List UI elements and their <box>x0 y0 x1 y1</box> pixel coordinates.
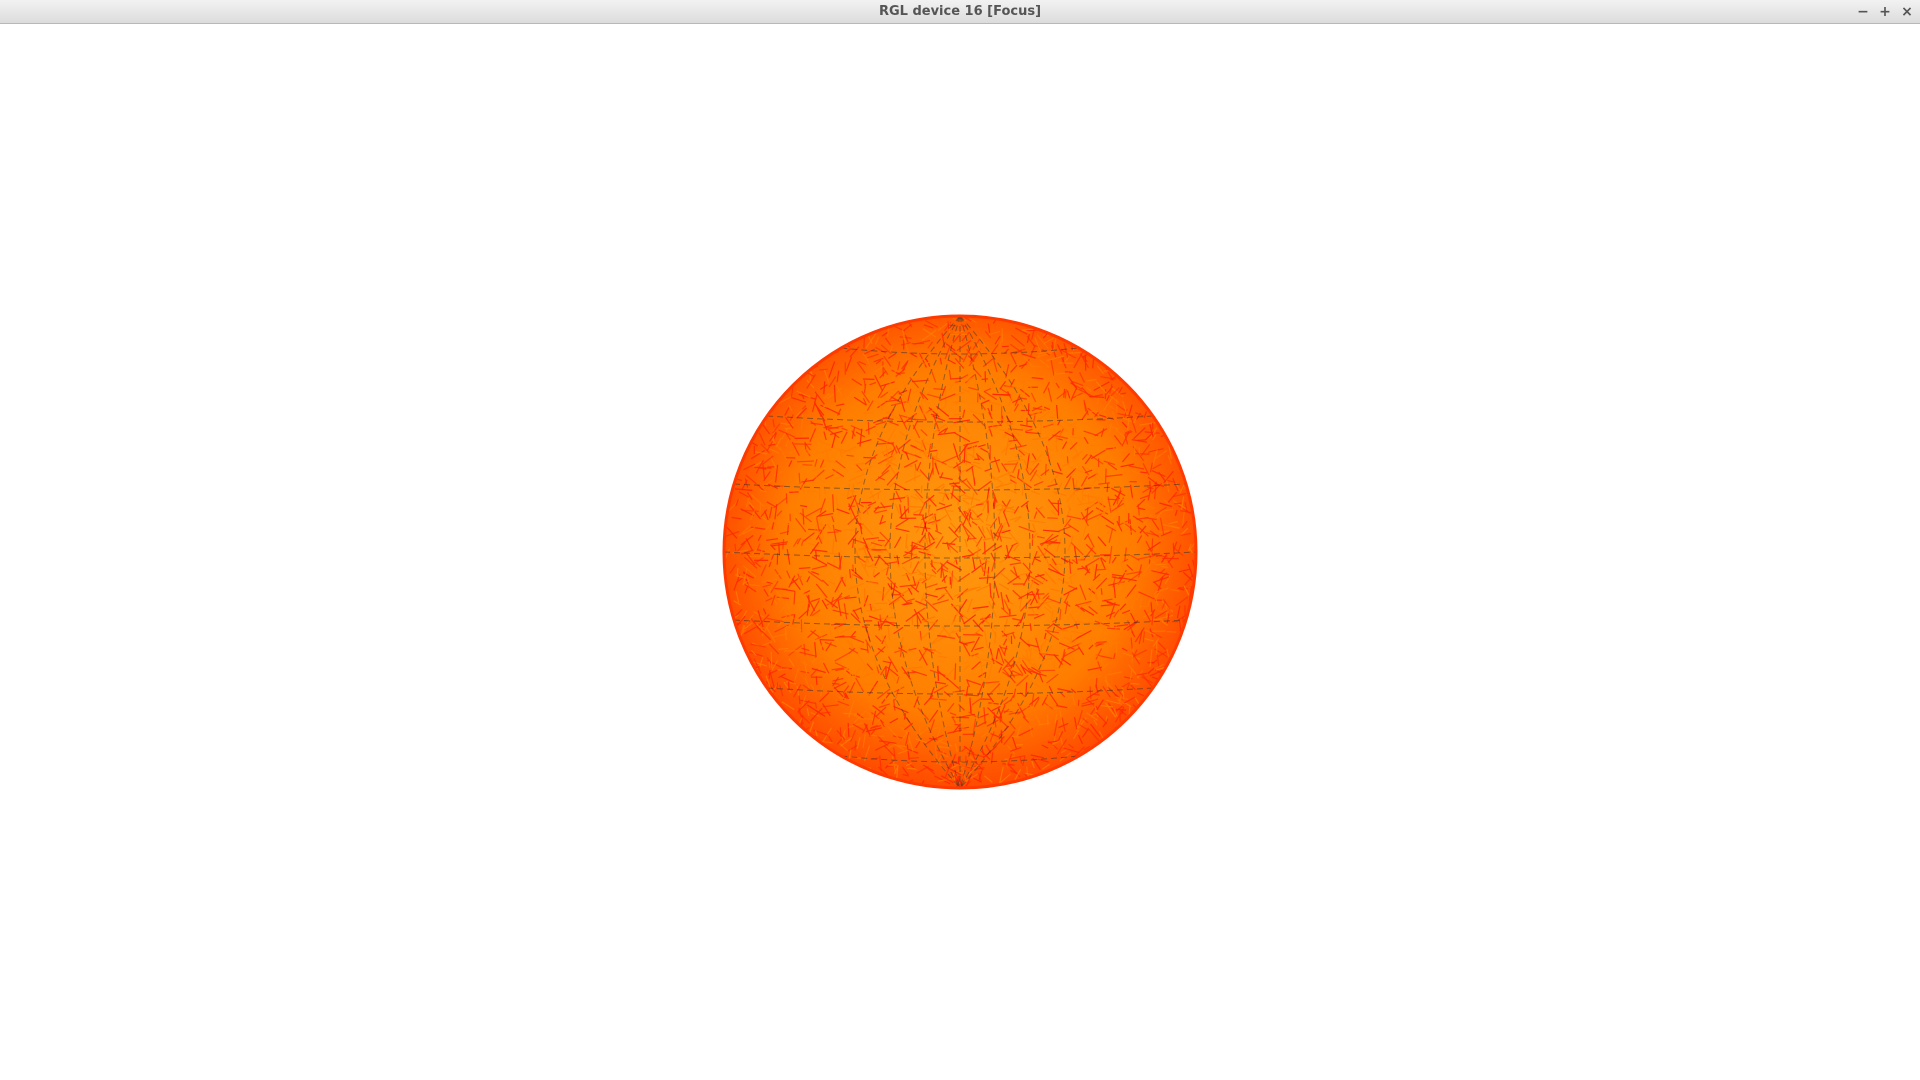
window-title: RGL device 16 [Focus] <box>878 4 1042 19</box>
minimize-icon[interactable]: − <box>1854 2 1872 22</box>
close-icon[interactable]: × <box>1898 2 1916 22</box>
maximize-icon[interactable]: + <box>1876 2 1894 22</box>
window-titlebar[interactable]: RGL device 16 [Focus] − + × <box>0 0 1920 24</box>
rgl-canvas[interactable] <box>0 24 1920 1080</box>
3d-scene[interactable] <box>0 24 1920 1080</box>
window-controls: − + × <box>1854 2 1916 22</box>
